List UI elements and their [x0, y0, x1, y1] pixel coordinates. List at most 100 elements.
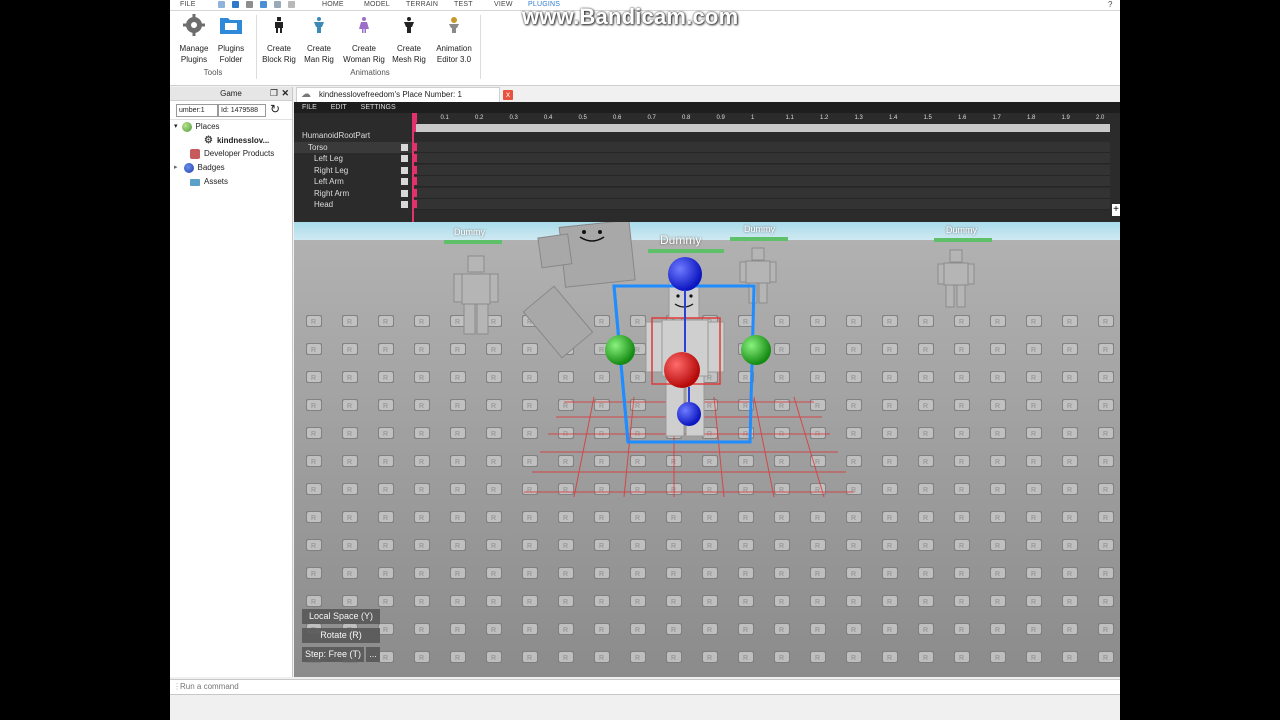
gizmo-down [677, 402, 701, 426]
add-track-button[interactable]: + [1112, 204, 1120, 216]
3d-viewport[interactable]: R [294, 222, 1120, 677]
tree-item-assets[interactable]: Assets [190, 176, 228, 188]
explorer-search: umber:1 Id: 1479588 ↻ [170, 101, 292, 120]
button-label-2: Editor 3.0 [436, 55, 472, 64]
track-row[interactable] [412, 153, 1110, 165]
track-row[interactable] [412, 142, 1110, 153]
tab-model[interactable]: MODEL [364, 0, 390, 9]
part-checkbox[interactable] [401, 155, 408, 163]
part-row[interactable]: Right Arm [294, 188, 412, 199]
gizmo-right [741, 335, 771, 365]
help-icon[interactable]: ? [1108, 0, 1113, 9]
timeline-tick: 1.8 [1027, 115, 1036, 121]
track-row[interactable] [412, 164, 1110, 176]
watermark: www.Bandicam.com [522, 4, 739, 29]
part-row[interactable]: Left Arm [294, 176, 412, 187]
tab-view[interactable]: VIEW [494, 0, 513, 9]
refresh-icon[interactable]: ↻ [270, 102, 280, 116]
block-rig-icon [267, 13, 291, 37]
part-row[interactable]: Torso [294, 142, 412, 153]
create-mesh-rig-button[interactable]: Create Mesh Rig [389, 13, 429, 65]
place-id-field[interactable]: Id: 1479588 [218, 104, 266, 117]
part-label: Torso [308, 143, 328, 152]
keyframe-marker[interactable] [414, 154, 417, 163]
new-icon[interactable] [218, 1, 225, 8]
anim-menu-edit[interactable]: EDIT [331, 104, 347, 111]
part-row[interactable]: Right Leg [294, 165, 412, 176]
gizmo-left [605, 335, 635, 365]
track-row[interactable] [412, 176, 1110, 188]
chevron-down-icon[interactable]: ▾ [174, 121, 178, 133]
step-more-button[interactable]: ... [366, 647, 380, 662]
tab-terrain[interactable]: TERRAIN [406, 0, 438, 9]
copy-icon[interactable] [260, 1, 267, 8]
button-label-1: Create [266, 44, 291, 53]
tree-item-place[interactable]: ⚙ kindnesslov... [204, 135, 269, 147]
anim-menu-settings[interactable]: SETTINGS [361, 104, 396, 111]
dummy-name-label: Dummy [660, 233, 702, 247]
tree-item-places[interactable]: ▾ Places [174, 121, 220, 133]
keyframe-marker[interactable] [414, 200, 417, 208]
globe-icon [181, 122, 192, 132]
create-woman-rig-button[interactable]: Create Woman Rig [342, 13, 386, 65]
float-icon[interactable]: ❐ [270, 87, 278, 100]
part-root[interactable]: HumanoidRootPart [294, 130, 420, 141]
save-icon[interactable] [274, 1, 281, 8]
part-checkbox[interactable] [401, 201, 408, 208]
keyframe-marker[interactable] [414, 188, 417, 197]
button-label-1: Create [396, 44, 421, 53]
health-bar [648, 249, 724, 253]
tab-place[interactable]: ☁ kindnesslovefreedom's Place Number: 1 … [296, 87, 513, 102]
part-row[interactable]: Head [294, 199, 412, 210]
part-checkbox[interactable] [401, 144, 408, 151]
keyframe-marker[interactable] [414, 143, 417, 151]
timeline-scrubber[interactable] [412, 114, 1110, 132]
explorer-header: Game ❐ ✕ [170, 87, 292, 101]
redo-icon[interactable] [246, 1, 253, 8]
customize-icon[interactable] [288, 1, 295, 8]
animation-editor-button[interactable]: Animation Editor 3.0 [432, 13, 476, 65]
gear-icon [182, 13, 206, 37]
rotate-toggle[interactable]: Rotate (R) [302, 628, 380, 643]
group-label-tools: Tools [203, 68, 223, 77]
local-space-toggle[interactable]: Local Space (Y) [302, 609, 380, 624]
track-row[interactable] [412, 199, 1110, 210]
part-checkbox[interactable] [401, 166, 408, 174]
tab-home[interactable]: HOME [322, 0, 344, 9]
part-checkbox[interactable] [401, 178, 408, 186]
part-label: Left Leg [314, 154, 343, 164]
place-number-field[interactable]: umber:1 [176, 104, 218, 117]
product-icon [190, 149, 200, 159]
file-menu[interactable]: FILE [180, 0, 196, 9]
create-block-rig-button[interactable]: Create Block Rig [259, 13, 299, 65]
manage-plugins-button[interactable]: Manage Plugins [174, 13, 214, 65]
gizmo-center [664, 352, 700, 388]
gizmo-up [668, 257, 702, 291]
button-label-1: Create [306, 44, 331, 53]
tree-item-developer-products[interactable]: Developer Products [190, 148, 274, 160]
anim-menu-file[interactable]: FILE [302, 104, 317, 111]
part-checkbox[interactable] [401, 189, 408, 197]
timeline-ruler[interactable]: 00.10.20.30.40.50.60.70.80.911.11.21.31.… [412, 113, 1112, 124]
tree-item-badges[interactable]: ▸ Badges [174, 162, 225, 174]
close-tab-button[interactable]: x [503, 90, 513, 100]
close-icon[interactable]: ✕ [281, 87, 289, 100]
keyframe-marker[interactable] [414, 165, 417, 174]
plugins-folder-button[interactable]: Plugins Folder [211, 13, 251, 65]
button-label-2: Woman Rig [343, 55, 385, 64]
create-man-rig-button[interactable]: Create Man Rig [299, 13, 339, 65]
part-row[interactable]: Left Leg [294, 153, 412, 164]
part-label: Right Leg [314, 165, 349, 175]
man-rig-icon [307, 13, 331, 37]
tab-test[interactable]: TEST [454, 0, 473, 9]
button-label-1: Animation [436, 44, 472, 53]
undo-icon[interactable] [232, 1, 239, 8]
command-input[interactable] [180, 680, 480, 694]
track-row[interactable] [412, 187, 1110, 199]
tree-label: Places [195, 122, 220, 131]
keyframe-marker[interactable] [414, 177, 417, 186]
button-label-1: Manage [179, 44, 209, 53]
health-bar [934, 238, 992, 242]
chevron-right-icon[interactable]: ▸ [174, 162, 178, 174]
step-toggle[interactable]: Step: Free (T) [302, 647, 364, 662]
